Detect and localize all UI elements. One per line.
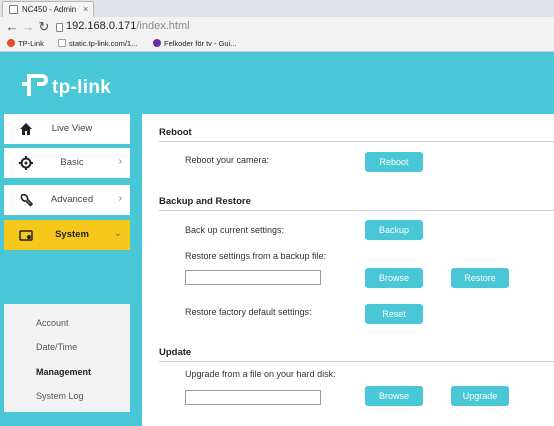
url-host: 192.168.0.171 [66,20,137,32]
sidebar-item-label: Live View [51,123,93,134]
page-info-icon[interactable] [56,23,63,32]
bookmark-static[interactable]: static.tp-link.com/1... [58,39,137,48]
upgrade-file-input[interactable] [185,390,321,405]
browser-tab-bar: NC450 - Admin × [0,0,554,17]
tp-link-logo-icon [22,74,48,96]
browse-firmware-button[interactable]: Browse [365,386,423,406]
bookmark-label: Felkoder för tv - Gui... [164,39,237,48]
sidebar-item-live-view[interactable]: Live View [4,114,130,144]
tp-link-icon [7,39,15,47]
sidebar-item-basic[interactable]: Basic › [4,148,130,178]
browser-tab[interactable]: NC450 - Admin × [2,1,94,17]
sidebar-item-label: Advanced [50,194,94,205]
upgrade-label: Upgrade from a file on your hard disk: [185,369,336,379]
submenu-item-management[interactable]: Management [36,367,91,377]
submenu-item-system-log[interactable]: System Log [36,391,84,401]
backup-button[interactable]: Backup [365,220,423,240]
divider [159,141,554,142]
wrench-icon [19,193,34,207]
logo-text: tp-link [52,77,112,98]
sidebar-item-system[interactable]: System ⌄ [4,220,130,250]
restore-file-input[interactable] [185,270,321,285]
address-bar[interactable]: 192.168.0.171/index.html [66,20,190,32]
section-title-update: Update [159,347,192,358]
bookmark-felkoder[interactable]: Felkoder för tv - Gui... [153,39,237,48]
reset-button[interactable]: Reset [365,304,423,324]
sidebar: Live View Basic › Advanced › System ⌄ Ac… [0,114,130,412]
sidebar-item-advanced[interactable]: Advanced › [4,185,130,215]
back-icon[interactable]: ← [4,19,20,35]
browser-toolbar: ← → ↻ 192.168.0.171/index.html [0,17,554,37]
tab-title: NC450 - Admin [22,5,77,14]
bookmark-label: static.tp-link.com/1... [69,39,138,48]
chevron-down-icon: ⌄ [113,228,122,239]
restore-button[interactable]: Restore [451,268,509,288]
home-icon [19,122,33,136]
submenu-item-account[interactable]: Account [36,318,69,328]
reboot-label: Reboot your camera: [185,155,270,165]
restore-label: Restore settings from a backup file: [185,251,327,261]
divider [159,210,554,211]
backup-label: Back up current settings: [185,225,285,235]
chevron-right-icon: › [118,156,122,167]
bookmark-icon [153,39,161,47]
section-title-backup: Backup and Restore [159,196,251,207]
bookmark-tp-link[interactable]: TP-Link [7,39,44,48]
divider [159,361,554,362]
bookmark-label: TP-Link [18,39,44,48]
system-submenu: Account Date/Time Management System Log [4,304,130,412]
browse-button[interactable]: Browse [365,268,423,288]
section-title-reboot: Reboot [159,127,192,138]
reload-icon[interactable]: ↻ [36,19,52,35]
page-icon [9,5,18,14]
gear-icon [19,156,33,170]
app-container: tp-link Live View Basic › Advanced › Sys… [0,52,554,426]
system-icon [19,228,33,242]
forward-icon[interactable]: → [20,19,36,35]
url-path: /index.html [136,20,190,32]
page-icon [58,39,66,47]
main-content: Reboot Reboot your camera: Reboot Backup… [142,114,554,426]
close-icon[interactable]: × [83,4,88,14]
sidebar-item-label: Basic [60,157,84,168]
upgrade-button[interactable]: Upgrade [451,386,509,406]
chevron-right-icon: › [118,193,122,204]
bookmarks-bar: TP-Link static.tp-link.com/1... Felkoder… [0,37,554,52]
reset-label: Restore factory default settings: [185,307,312,317]
submenu-item-date-time[interactable]: Date/Time [36,342,77,352]
reboot-button[interactable]: Reboot [365,152,423,172]
sidebar-item-label: System [55,229,89,240]
